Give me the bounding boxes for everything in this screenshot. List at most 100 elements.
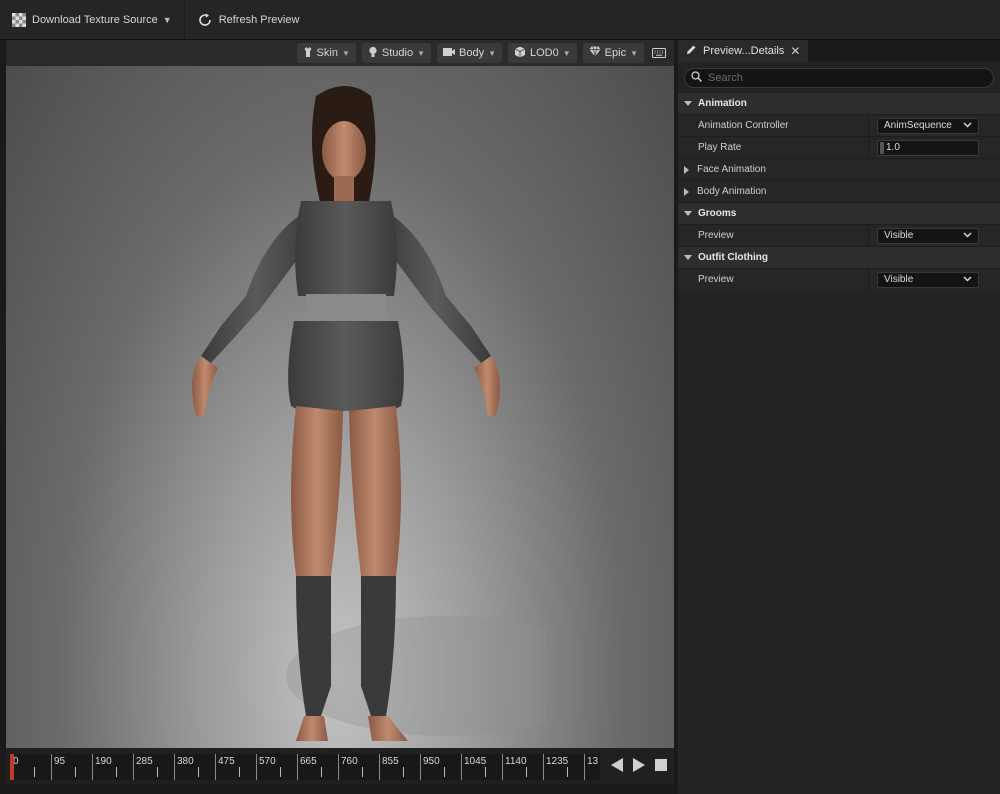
close-icon[interactable]: ✕: [790, 44, 800, 58]
playback-controls: [610, 758, 668, 772]
outfit-preview-value-cell: Visible: [869, 271, 979, 288]
outfit-preview-label: Preview: [698, 274, 734, 285]
expanded-arrow-icon: [684, 255, 692, 260]
timeline-frame-label: 760: [341, 756, 358, 767]
animation-controller-row: Animation Controller AnimSequence: [678, 114, 1000, 137]
chevron-down-icon: ▼: [562, 48, 571, 58]
viewport-toolbar: Skin ▼ Studio ▼ Body ▼ LOD0 ▼ Epic ▼: [6, 40, 674, 66]
play-rate-field[interactable]: 1.0: [877, 139, 979, 156]
checker-texture-icon: [12, 12, 26, 27]
face-animation-group[interactable]: Face Animation: [678, 158, 1000, 180]
section-animation-header[interactable]: Animation: [678, 92, 1000, 114]
collapsed-arrow-icon: [684, 187, 689, 196]
timeline-frame-marker: 95: [51, 754, 65, 780]
timeline-playhead[interactable]: [10, 754, 14, 780]
tab-preview-details-label: Preview...Details: [703, 45, 785, 57]
timeline-frame-marker: 665: [297, 754, 317, 780]
animation-controller-value-cell: AnimSequence: [869, 117, 979, 134]
timeline-frame-label: 665: [300, 756, 317, 767]
body-animation-group[interactable]: Body Animation: [678, 180, 1000, 202]
timeline-frame-label: 190: [95, 756, 112, 767]
animation-controller-label: Animation Controller: [698, 120, 789, 131]
tab-preview-details[interactable]: Preview...Details ✕: [678, 40, 808, 62]
timeline-minor-tick: [321, 767, 322, 777]
timeline-minor-tick: [75, 767, 76, 777]
chevron-down-icon: [963, 120, 972, 131]
quality-menu-label: Epic: [604, 47, 627, 59]
timeline-minor-tick: [526, 767, 527, 777]
studio-lighting-menu-button[interactable]: Studio ▼: [361, 43, 431, 63]
timeline-frame-label: 475: [218, 756, 235, 767]
timeline-minor-tick: [34, 767, 35, 777]
timeline-frame-label: 380: [177, 756, 194, 767]
expanded-arrow-icon: [684, 211, 692, 216]
section-animation-title: Animation: [698, 98, 747, 109]
timeline-frame-marker: 950: [420, 754, 440, 780]
grooms-preview-label: Preview: [698, 230, 734, 241]
section-outfit-clothing-header[interactable]: Outfit Clothing: [678, 246, 1000, 268]
download-texture-source-button[interactable]: Download Texture Source ▼: [0, 0, 184, 40]
details-panel: Preview...Details ✕ Animation Animation …: [678, 40, 1000, 794]
timeline-minor-tick: [444, 767, 445, 777]
section-grooms-title: Grooms: [698, 208, 737, 219]
preview-viewport[interactable]: Skin ▼ Studio ▼ Body ▼ LOD0 ▼ Epic ▼: [6, 40, 674, 748]
timeline-frame-marker: 285: [133, 754, 153, 780]
timeline-frame-label: 1140: [505, 756, 527, 767]
timeline-minor-tick: [280, 767, 281, 777]
grooms-preview-value-cell: Visible: [869, 227, 979, 244]
studio-menu-label: Studio: [381, 47, 414, 59]
chevron-down-icon: ▼: [488, 48, 496, 58]
stop-button[interactable]: [654, 758, 668, 772]
step-back-button[interactable]: [610, 758, 624, 772]
timeline-minor-tick: [362, 767, 363, 777]
timeline-minor-tick: [198, 767, 199, 777]
details-search-box: [684, 68, 994, 88]
timeline-frame-marker: 190: [92, 754, 112, 780]
refresh-preview-label: Refresh Preview: [218, 13, 300, 26]
details-tab-bar: Preview...Details ✕: [678, 40, 1000, 62]
play-button[interactable]: [632, 758, 646, 772]
timeline-frame-marker: 1045: [461, 754, 486, 780]
pencil-icon: [686, 44, 697, 58]
chevron-down-icon: ▼: [417, 48, 425, 58]
lod-cube-icon: [514, 46, 526, 61]
timeline-frame-label: 1235: [546, 756, 569, 767]
grooms-preview-row: Preview Visible: [678, 224, 1000, 247]
timeline-minor-tick: [567, 767, 568, 777]
body-menu-button[interactable]: Body ▼: [437, 43, 502, 63]
timeline-track[interactable]: 0 95 190 285 380 475 570 665 760 855 950 1045 1140 12…: [10, 754, 600, 780]
timeline-frame-marker: 1140: [502, 754, 527, 780]
search-input[interactable]: [708, 72, 968, 84]
play-rate-value-cell: 1.0: [869, 139, 979, 156]
timeline-minor-tick: [485, 767, 486, 777]
skin-menu-button[interactable]: Skin ▼: [296, 43, 356, 63]
timeline-frame-marker: 855: [379, 754, 399, 780]
chevron-down-icon: [963, 230, 972, 241]
timeline-frame-marker: 13: [584, 754, 598, 780]
slider-grip: [880, 141, 884, 154]
timeline-frame-marker: 760: [338, 754, 358, 780]
timeline-frame-label: 570: [259, 756, 276, 767]
play-rate-row: Play Rate 1.0: [678, 136, 1000, 159]
timeline-minor-tick: [157, 767, 158, 777]
outfit-preview-dropdown[interactable]: Visible: [877, 271, 979, 288]
keyboard-shortcuts-icon[interactable]: [650, 45, 668, 61]
body-menu-label: Body: [459, 47, 485, 59]
quality-menu-button[interactable]: Epic ▼: [582, 43, 644, 63]
refresh-preview-button[interactable]: Refresh Preview: [183, 0, 312, 40]
grooms-preview-dropdown[interactable]: Visible: [877, 227, 979, 244]
lod-menu-button[interactable]: LOD0 ▼: [508, 43, 577, 63]
face-animation-label: Face Animation: [697, 164, 766, 175]
diamond-quality-icon: [589, 46, 601, 60]
chevron-down-icon: [963, 274, 972, 285]
animation-controller-dropdown[interactable]: AnimSequence: [877, 117, 979, 134]
chevron-down-icon: ▼: [341, 48, 350, 58]
timeline-frame-label: 95: [54, 756, 66, 767]
play-rate-label: Play Rate: [698, 142, 742, 153]
timeline-frame-label: 855: [382, 756, 399, 767]
section-grooms-header[interactable]: Grooms: [678, 202, 1000, 224]
outfit-preview-value: Visible: [884, 274, 914, 285]
refresh-icon: [197, 12, 213, 28]
body-animation-label: Body Animation: [697, 186, 767, 197]
chevron-down-icon: ▼: [162, 14, 172, 25]
